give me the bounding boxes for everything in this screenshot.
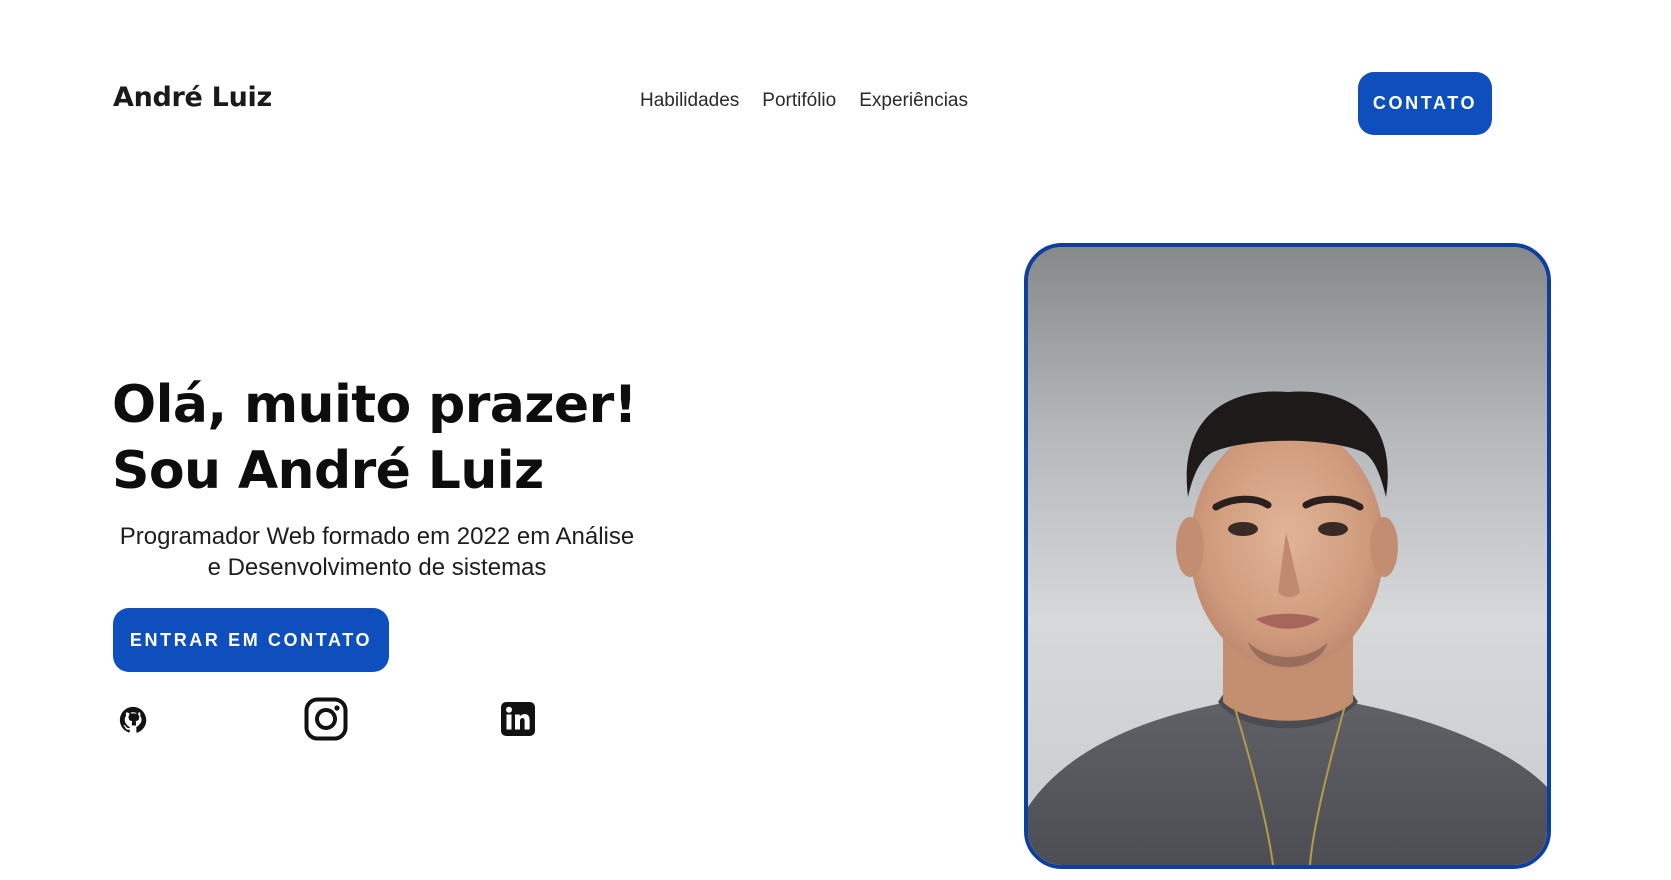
main-nav: Habilidades Portifólio Experiências — [640, 90, 968, 112]
nav-link-portifolio[interactable]: Portifólio — [762, 90, 836, 112]
hero-title: Olá, muito prazer! Sou André Luiz — [112, 372, 637, 504]
hero-title-line-2: Sou André Luiz — [112, 441, 544, 501]
contact-button[interactable]: CONTATO — [1358, 72, 1492, 135]
brand-logo[interactable]: André Luiz — [113, 82, 272, 113]
linkedin-icon[interactable] — [500, 701, 536, 737]
profile-photo — [1024, 243, 1551, 869]
get-in-touch-button[interactable]: ENTRAR EM CONTATO — [113, 608, 389, 672]
hero-title-line-1: Olá, muito prazer! — [112, 375, 637, 435]
portrait-illustration — [1028, 247, 1547, 865]
nav-link-habilidades[interactable]: Habilidades — [640, 90, 739, 112]
hero-subtitle: Programador Web formado em 2022 em Análi… — [119, 523, 635, 581]
github-icon[interactable] — [118, 705, 148, 735]
nav-link-experiencias[interactable]: Experiências — [859, 90, 968, 112]
instagram-icon[interactable] — [304, 697, 348, 741]
